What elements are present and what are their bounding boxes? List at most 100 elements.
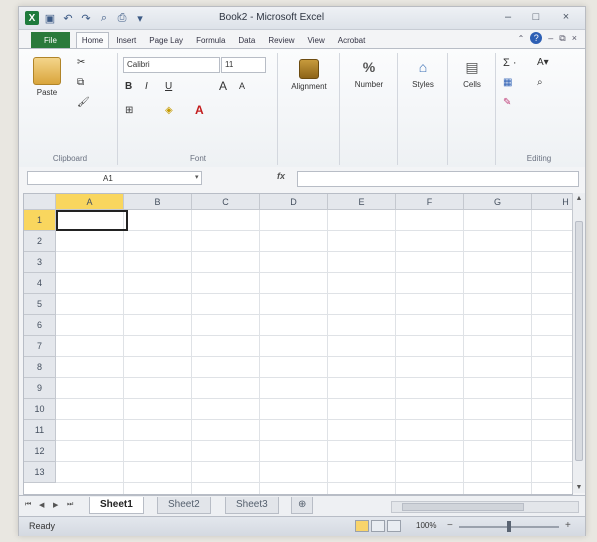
vertical-scroll-thumb[interactable] <box>575 221 583 461</box>
number-button[interactable]: % Number <box>347 59 391 89</box>
column-header-f[interactable]: F <box>396 194 464 210</box>
insert-function-button[interactable]: fx <box>277 171 285 181</box>
row-header-12[interactable]: 12 <box>24 441 56 462</box>
sheet-tab-1[interactable]: Sheet1 <box>89 497 144 514</box>
workbook-minimize-icon[interactable]: – <box>548 33 553 43</box>
row-header-8[interactable]: 8 <box>24 357 56 378</box>
format-painter-icon[interactable]: 🖌 <box>77 97 90 108</box>
row-header-5[interactable]: 5 <box>24 294 56 315</box>
bold-button[interactable]: B <box>125 81 132 92</box>
print-preview-icon[interactable]: ⌕ <box>97 11 111 25</box>
prev-sheet-icon[interactable]: ◀ <box>39 501 44 509</box>
grid-row-line <box>56 440 572 441</box>
grid-row-line <box>56 482 572 483</box>
name-box[interactable]: A1 <box>27 171 202 185</box>
tab-file[interactable]: File <box>31 32 70 48</box>
tab-acrobat[interactable]: Acrobat <box>332 32 372 48</box>
fill-color-icon[interactable]: ◈ <box>165 105 173 116</box>
active-cell[interactable] <box>56 210 128 231</box>
clear-icon[interactable]: ✎ <box>503 97 511 108</box>
column-header-a[interactable]: A <box>56 194 124 210</box>
maximize-button[interactable]: □ <box>525 9 547 25</box>
horizontal-scroll-thumb[interactable] <box>402 503 524 511</box>
underline-button[interactable]: U <box>165 81 172 92</box>
tab-review[interactable]: Review <box>262 32 300 48</box>
copy-icon[interactable]: ⧉ <box>77 77 84 88</box>
row-header-13[interactable]: 13 <box>24 462 56 483</box>
row-header-4[interactable]: 4 <box>24 273 56 294</box>
sheet-tab-3[interactable]: Sheet3 <box>225 497 279 514</box>
redo-icon[interactable]: ↷ <box>79 11 93 25</box>
column-header-b[interactable]: B <box>124 194 192 210</box>
grow-font-button[interactable]: A <box>219 79 227 93</box>
font-size-select[interactable]: 11 <box>221 57 266 73</box>
row-header-7[interactable]: 7 <box>24 336 56 357</box>
paste-button[interactable]: Paste <box>29 57 65 97</box>
last-sheet-icon[interactable]: ⏭ <box>67 501 73 509</box>
row-header-10[interactable]: 10 <box>24 399 56 420</box>
scroll-up-icon[interactable]: ▲ <box>573 195 585 202</box>
row-header-9[interactable]: 9 <box>24 378 56 399</box>
page-break-view-icon[interactable] <box>387 520 401 532</box>
styles-button[interactable]: ⌂ Styles <box>403 59 443 89</box>
worksheet-grid[interactable]: A B C D E F G H 1 2 3 4 5 6 7 8 9 10 11 12 13 <box>23 193 573 495</box>
shrink-font-button[interactable]: A <box>239 81 245 91</box>
row-header-1[interactable]: 1 <box>24 210 56 231</box>
zoom-level[interactable]: 100% <box>416 521 436 530</box>
excel-logo-icon[interactable]: X <box>25 11 39 25</box>
select-all-corner[interactable] <box>24 194 56 210</box>
minimize-button[interactable]: – <box>497 9 519 25</box>
row-header-11[interactable]: 11 <box>24 420 56 441</box>
ribbon-collapse-icon[interactable]: ⌃ <box>518 34 525 43</box>
tab-page-layout[interactable]: Page Lay <box>143 32 189 48</box>
workbook-restore-icon[interactable]: ⧉ <box>559 33 565 44</box>
row-header-3[interactable]: 3 <box>24 252 56 273</box>
workbook-close-icon[interactable]: × <box>572 33 577 43</box>
grid-row-line <box>56 377 572 378</box>
cells-button[interactable]: ▤ Cells <box>453 59 491 89</box>
row-header-6[interactable]: 6 <box>24 315 56 336</box>
column-header-g[interactable]: G <box>464 194 532 210</box>
column-header-d[interactable]: D <box>260 194 328 210</box>
customize-qat-icon[interactable]: ▾ <box>133 11 147 25</box>
horizontal-scrollbar[interactable] <box>391 501 579 513</box>
tab-home[interactable]: Home <box>75 32 110 48</box>
column-header-e[interactable]: E <box>328 194 396 210</box>
help-icon[interactable]: ? <box>530 32 543 44</box>
tab-formulas[interactable]: Formula <box>190 32 231 48</box>
close-button[interactable]: × <box>555 9 577 25</box>
zoom-slider-thumb[interactable] <box>507 521 511 532</box>
zoom-in-button[interactable]: + <box>565 520 571 531</box>
page-layout-view-icon[interactable] <box>371 520 385 532</box>
borders-icon[interactable]: ⊞ <box>125 105 133 116</box>
zoom-out-button[interactable]: − <box>447 520 453 531</box>
column-header-h[interactable]: H <box>532 194 572 210</box>
vertical-scrollbar[interactable]: ▲ ▼ <box>572 193 585 493</box>
font-family-select[interactable]: Calibri <box>123 57 220 73</box>
sort-filter-button[interactable]: A▾ <box>537 57 549 68</box>
alignment-button[interactable]: Alignment <box>289 59 329 91</box>
scroll-down-icon[interactable]: ▼ <box>573 484 585 491</box>
row-header-2[interactable]: 2 <box>24 231 56 252</box>
italic-button[interactable]: I <box>145 81 148 92</box>
find-select-icon[interactable]: ⌕ <box>537 77 543 88</box>
print-icon[interactable]: ⎙ <box>115 11 129 25</box>
name-box-dropdown-icon[interactable]: ▾ <box>195 173 199 181</box>
cut-icon[interactable]: ✂ <box>77 57 85 68</box>
insert-sheet-icon[interactable]: ⊕ <box>291 497 314 514</box>
tab-view[interactable]: View <box>302 32 331 48</box>
font-color-icon[interactable]: A <box>195 103 204 117</box>
undo-icon[interactable]: ↶ <box>61 11 75 25</box>
first-sheet-icon[interactable]: ⏮ <box>25 501 31 509</box>
formula-input[interactable] <box>297 171 579 187</box>
normal-view-icon[interactable] <box>355 520 369 532</box>
sheet-tab-2[interactable]: Sheet2 <box>157 497 211 514</box>
tab-insert[interactable]: Insert <box>110 32 142 48</box>
next-sheet-icon[interactable]: ▶ <box>53 501 58 509</box>
tab-data[interactable]: Data <box>232 32 261 48</box>
autosum-button[interactable]: Σ · <box>503 57 517 69</box>
save-icon[interactable]: ▣ <box>43 11 57 25</box>
fill-icon[interactable]: ▦ <box>503 77 512 88</box>
column-header-c[interactable]: C <box>192 194 260 210</box>
title-bar: X ▣ ↶ ↷ ⌕ ⎙ ▾ Book2 - Microsoft Excel – … <box>19 7 585 30</box>
